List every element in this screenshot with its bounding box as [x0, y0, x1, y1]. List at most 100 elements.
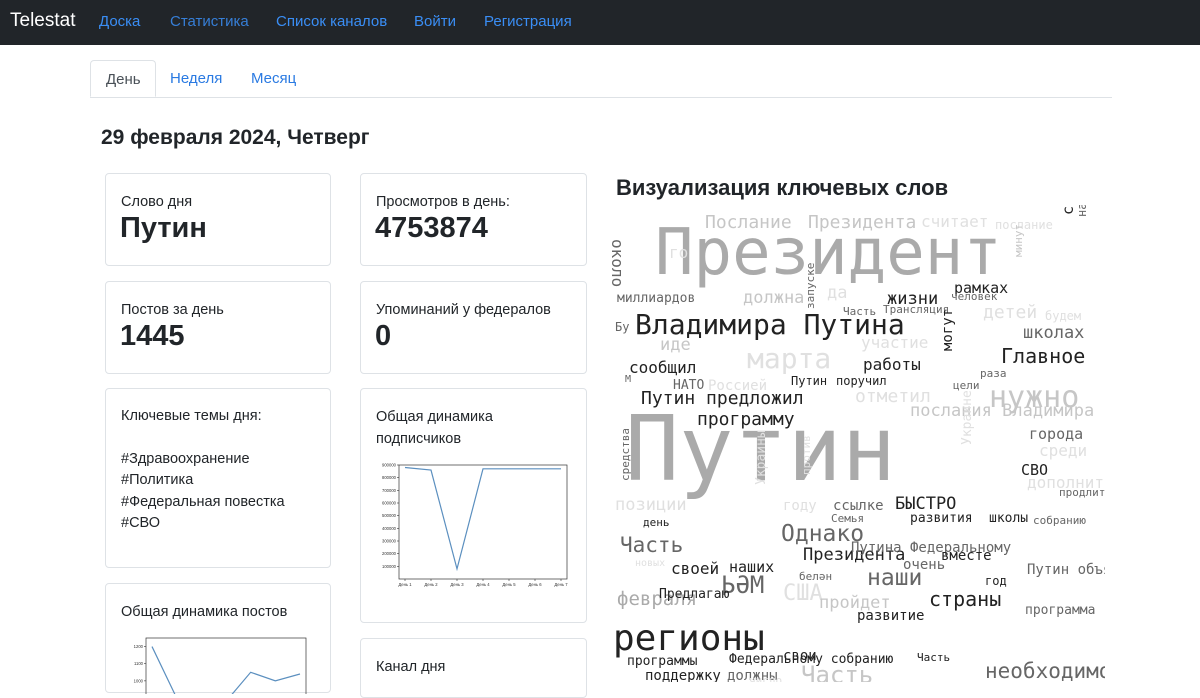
- wordcloud-word: развитие: [857, 608, 925, 624]
- wordcloud-word: позиции: [615, 495, 687, 515]
- wordcloud-word: около: [608, 239, 627, 288]
- wordcloud-word: Украине: [960, 390, 975, 445]
- chart-y-tick-label: 400000: [382, 526, 397, 531]
- chart-series-line: [404, 466, 561, 572]
- chart-y-tick-label: 900000: [382, 463, 397, 468]
- page-title: 29 февраля 2024, Четверг: [101, 126, 370, 149]
- wordcloud-word: наши: [867, 565, 923, 591]
- key-topics-block: Ключевые темы дня: #Здравоохранение #Пол…: [121, 406, 285, 535]
- wordcloud-word: могут: [940, 308, 956, 351]
- chart-plot-frame: [398, 464, 568, 580]
- wordcloud-word: будем: [1045, 309, 1082, 323]
- chart-y-tick-label: 600000: [382, 501, 397, 506]
- chart-y-tick-label: 200000: [382, 551, 397, 556]
- wordcloud-word: да: [827, 283, 848, 303]
- nav-link-statistics[interactable]: Статистика: [170, 13, 249, 30]
- card-value: 0: [375, 320, 392, 352]
- wordcloud-word: необходимо: [985, 659, 1105, 682]
- wordcloud-word: должна: [743, 288, 805, 308]
- wordcloud-word: сообщил: [629, 358, 697, 377]
- wordcloud-word: Часть: [801, 661, 874, 682]
- wordcloud-word: детей: [983, 302, 1038, 323]
- chart-x-tick-label: День 5: [502, 582, 516, 587]
- card-label: Просмотров в день:: [376, 194, 510, 210]
- nav-link-dashboard[interactable]: Доска: [99, 13, 140, 30]
- card-subscribers-dynamics: Общая динамика подписчиков 100000 200000 3…: [360, 388, 587, 623]
- chart-y-tick-label: 700000: [382, 488, 397, 493]
- wordcloud-word: году: [783, 498, 817, 514]
- wordcloud-word: участие: [861, 333, 929, 352]
- wordcloud-word: Президент: [655, 216, 1002, 290]
- chart-y-tick-label: 300000: [382, 539, 397, 544]
- card-channel-of-day: Канал дня: [360, 638, 587, 698]
- chart-x-tick-label: День 3: [450, 582, 464, 587]
- wordcloud-word: ссылке: [833, 498, 884, 514]
- wordcloud-word: Бу: [615, 320, 630, 334]
- wordcloud-word: поддержку: [645, 668, 721, 682]
- subscribers-dynamics-chart: 100000 200000 300000 400000 500000 600000 7000…: [382, 463, 568, 588]
- wordcloud-word: США: [783, 581, 823, 606]
- wordcloud-word: Часть: [917, 651, 951, 664]
- topic-item: #Здравоохранение: [121, 450, 250, 467]
- topic-item: #Федеральная повестка: [121, 493, 285, 510]
- chart-x-tick-label: День 6: [528, 582, 542, 587]
- topic-item: #СВО: [121, 515, 161, 531]
- wordcloud-word: своей: [671, 559, 720, 578]
- topic-item: #Политика: [121, 472, 194, 488]
- wordcloud-word: минут: [1012, 223, 1025, 257]
- wordcloud-title: Визуализация ключевых слов: [616, 175, 949, 200]
- chart-x-tick-label: День 4: [476, 582, 490, 587]
- wordcloud-word: развития: [910, 511, 973, 526]
- tab-day[interactable]: День: [90, 60, 156, 97]
- posts-dynamics-chart: 100011001200День 1День 2День 3День 4День…: [134, 637, 307, 694]
- card-posts-dynamics: Общая динамика постов 100011001200День 1…: [105, 583, 331, 694]
- card-posts-per-day: Постов за день 1445: [105, 281, 331, 374]
- wordcloud-word: Предлагаю: [659, 587, 730, 602]
- wordcloud-word: среди: [1039, 441, 1088, 460]
- card-word-of-day: Слово дня Путин: [105, 173, 331, 266]
- wordcloud-word: школах: [1023, 323, 1085, 343]
- wordcloud-word: Главное: [1001, 344, 1086, 368]
- card-label: Постов за день: [121, 302, 224, 318]
- wordcloud-word: Часть: [620, 533, 684, 557]
- chart-y-tick-label: 1200: [134, 644, 144, 649]
- wordcloud-word: направят: [1075, 205, 1089, 217]
- card-key-topics: Ключевые темы дня: #Здравоохранение #Пол…: [105, 388, 331, 568]
- wordcloud-word: сказал: [1059, 205, 1077, 215]
- wordcloud-word: марта: [747, 342, 832, 375]
- card-label: Слово дня: [121, 194, 193, 210]
- wordcloud-word: год: [985, 574, 1007, 588]
- tab-week[interactable]: Неделя: [155, 60, 237, 97]
- wordcloud-word: Путин: [791, 374, 828, 388]
- wordcloud-word: Украины: [754, 430, 769, 485]
- chart-plot-frame: [145, 637, 307, 694]
- wordcloud-word: работы: [863, 355, 921, 374]
- brand-logo[interactable]: Telestat: [10, 10, 75, 32]
- nav-link-login[interactable]: Войти: [414, 13, 456, 30]
- period-tabs: День Неделя Месяц: [90, 60, 1112, 98]
- wordcloud-word: программы: [627, 654, 698, 669]
- card-label: Канал дня: [376, 659, 446, 675]
- wordcloud-word: запуске: [804, 262, 817, 309]
- chart-y-tick-label: 500000: [382, 513, 397, 518]
- chart-y-tick-label: 800000: [382, 475, 397, 480]
- wordcloud-word: против: [800, 435, 813, 475]
- card-value: 1445: [120, 320, 185, 352]
- chart-x-tick-label: День 1: [398, 582, 412, 587]
- wordcloud-word: миллиардов: [617, 291, 696, 306]
- chart-series-line: [151, 646, 301, 694]
- chart-y-tick-label: 1100: [134, 661, 144, 666]
- nav-link-channel-list[interactable]: Список каналов: [276, 13, 387, 30]
- wordcloud-word: продлить: [1059, 486, 1105, 499]
- wordcloud-word: иде: [660, 335, 691, 355]
- wordcloud-word: число: [749, 674, 783, 682]
- wordcloud-word: М: [625, 374, 632, 385]
- wordcloud-word: вместе: [941, 548, 992, 564]
- tab-month[interactable]: Месяц: [236, 60, 311, 97]
- card-value: 4753874: [375, 212, 488, 244]
- wordcloud-word: новых: [635, 558, 666, 569]
- wordcloud-word: день: [643, 516, 670, 529]
- nav-link-register[interactable]: Регистрация: [484, 13, 572, 30]
- wordcloud: ПосланиеПрезидентасчитаетпосланиесказалн…: [605, 205, 1105, 682]
- card-label: Общая динамика подписчиков: [376, 409, 493, 447]
